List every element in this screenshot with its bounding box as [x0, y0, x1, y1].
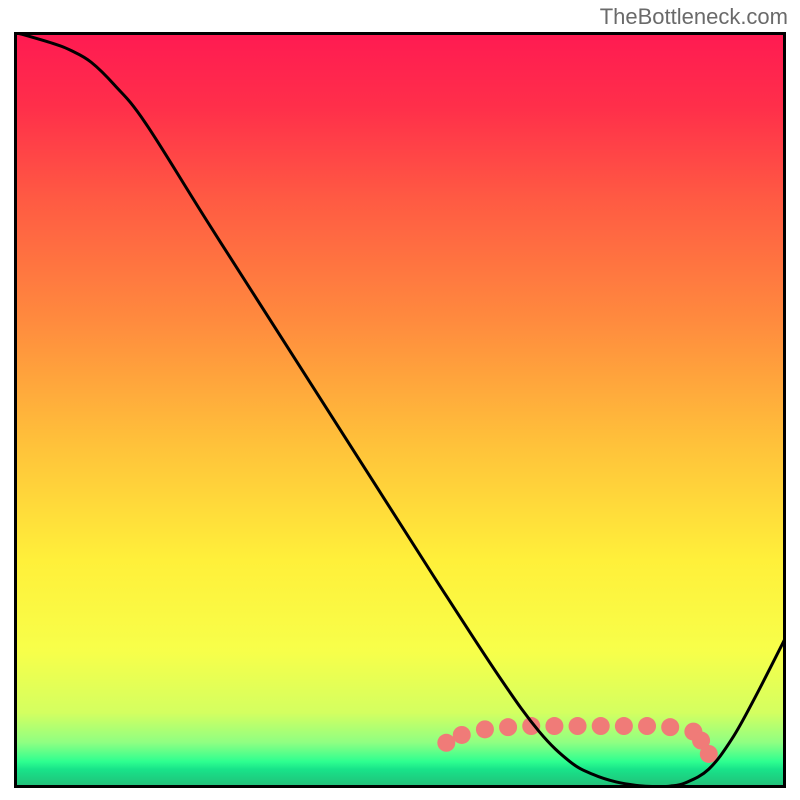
bottleneck-curve-chart [0, 0, 800, 800]
attribution-text: TheBottleneck.com [600, 4, 788, 30]
marker-dot [476, 720, 494, 738]
marker-dot [453, 726, 471, 744]
marker-dot [569, 717, 587, 735]
marker-dot [638, 717, 656, 735]
chart-container: TheBottleneck.com [0, 0, 800, 800]
marker-dot [592, 717, 610, 735]
marker-dot [437, 734, 455, 752]
marker-dot [661, 718, 679, 736]
plot-background [14, 32, 786, 788]
marker-dot [615, 717, 633, 735]
marker-dot [499, 718, 517, 736]
marker-dot [545, 717, 563, 735]
